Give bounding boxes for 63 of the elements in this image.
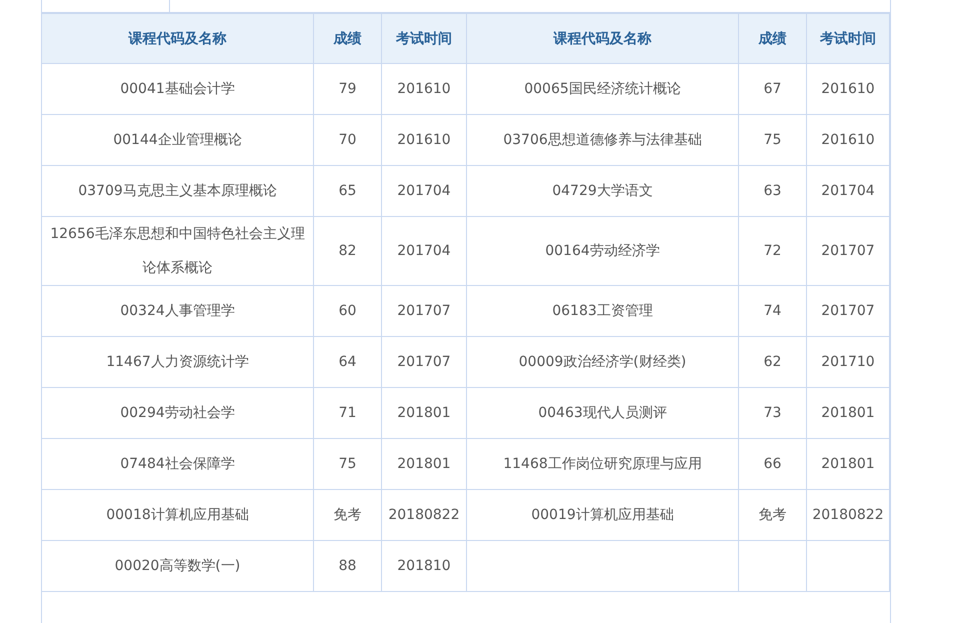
- table-cell: 00020高等数学(一): [42, 540, 314, 592]
- table-cell: 20180822: [806, 490, 890, 540]
- table-cell: 201810: [382, 540, 466, 592]
- table-cell: 74: [738, 286, 806, 336]
- table-cell: 71: [314, 388, 382, 438]
- table-cell: 201704: [382, 166, 466, 216]
- table-cell: 201610: [382, 114, 466, 166]
- table-cell: 201801: [382, 438, 466, 490]
- column-header: 课程代码及名称: [42, 13, 314, 64]
- table-cell: 00164劳动经济学: [466, 216, 738, 286]
- table-cell: 63: [738, 166, 806, 216]
- table-cell: 201710: [806, 336, 890, 388]
- table-cell: 65: [314, 166, 382, 216]
- table-cell: 免考: [314, 490, 382, 540]
- column-header: 成绩: [738, 13, 806, 64]
- table-cell: 201707: [806, 216, 890, 286]
- table-cell: 201610: [382, 64, 466, 114]
- table-cell: 62: [738, 336, 806, 388]
- table-cell: 00324人事管理学: [42, 286, 314, 336]
- table-cell: 73: [738, 388, 806, 438]
- table-cell: 00144企业管理概论: [42, 114, 314, 166]
- table-cell: 11468工作岗位研究原理与应用: [466, 438, 738, 490]
- table-cell: 201707: [382, 336, 466, 388]
- table-cell: 67: [738, 64, 806, 114]
- table-cell: 06183工资管理: [466, 286, 738, 336]
- table-cell: 00019计算机应用基础: [466, 490, 738, 540]
- table-cell: 免考: [738, 490, 806, 540]
- column-header: 考试时间: [806, 13, 890, 64]
- table-cell: 201707: [382, 286, 466, 336]
- table-cell: 20180822: [382, 490, 466, 540]
- table-cell: 75: [314, 438, 382, 490]
- table-cell: 201704: [806, 166, 890, 216]
- table-cell: 03709马克思主义基本原理概论: [42, 166, 314, 216]
- table-cell: 04729大学语文: [466, 166, 738, 216]
- column-header: 课程代码及名称: [466, 13, 738, 64]
- column-header: 考试时间: [382, 13, 466, 64]
- table-cell: 70: [314, 114, 382, 166]
- table-cell: 66: [738, 438, 806, 490]
- table-cell: 88: [314, 540, 382, 592]
- table-cell: 79: [314, 64, 382, 114]
- table-cell: 00009政治经济学(财经类): [466, 336, 738, 388]
- table-cell: 201610: [806, 64, 890, 114]
- table-cell: 60: [314, 286, 382, 336]
- table-cell: 00294劳动社会学: [42, 388, 314, 438]
- table-cell: 72: [738, 216, 806, 286]
- table-cell: 64: [314, 336, 382, 388]
- table-cell: 82: [314, 216, 382, 286]
- table-cell: 00463现代人员测评: [466, 388, 738, 438]
- table-cell: 201704: [382, 216, 466, 286]
- table-cell: 201610: [806, 114, 890, 166]
- table-cell: 03706思想道德修养与法律基础: [466, 114, 738, 166]
- table-cell: 00065国民经济统计概论: [466, 64, 738, 114]
- table-cell: 75: [738, 114, 806, 166]
- table-cell: 11467人力资源统计学: [42, 336, 314, 388]
- table-cell: 12656毛泽东思想和中国特色社会主义理论体系概论: [42, 216, 314, 286]
- table-cell: 00018计算机应用基础: [42, 490, 314, 540]
- table-cell: 00041基础会计学: [42, 64, 314, 114]
- table-cell: 201707: [806, 286, 890, 336]
- table-cell: 07484社会保障学: [42, 438, 314, 490]
- table-cell: 201801: [382, 388, 466, 438]
- table-cell: 201801: [806, 388, 890, 438]
- table-cell: 201801: [806, 438, 890, 490]
- column-header: 成绩: [314, 13, 382, 64]
